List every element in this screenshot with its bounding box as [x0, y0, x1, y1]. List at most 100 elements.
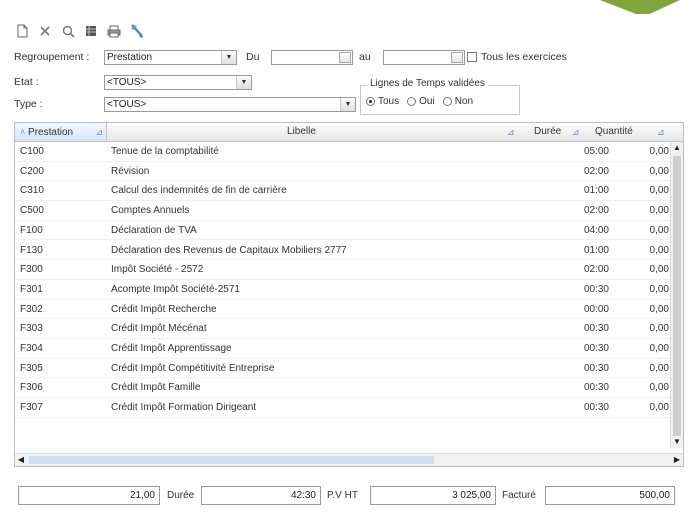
radio-tous[interactable]: Tous: [366, 96, 399, 107]
date-to-field[interactable]: [383, 50, 465, 65]
delete-icon[interactable]: [37, 23, 53, 39]
cell-duree: 00:00: [583, 303, 609, 315]
cell-quantite: 0,00: [649, 146, 669, 157]
scroll-up-icon[interactable]: ▲: [671, 142, 683, 154]
cell-quantite: 0,00: [649, 402, 669, 414]
cell-libelle: Déclaration de TVA: [111, 224, 197, 236]
chevron-down-icon[interactable]: ▼: [221, 51, 236, 64]
table-row[interactable]: F100 Déclaration de TVA 04:00 0,00: [15, 221, 670, 241]
filter-pin-icon[interactable]: ⊿: [657, 123, 665, 141]
cell-libelle: Impôt Société - 2572: [111, 264, 204, 276]
scroll-thumb[interactable]: [673, 156, 681, 436]
table-row[interactable]: C500 Comptes Annuels 02:00 0,00: [15, 201, 670, 221]
column-prestation-label: Prestation: [28, 127, 74, 138]
column-header-quantite[interactable]: Quantité: [595, 123, 633, 141]
search-icon[interactable]: [60, 23, 76, 39]
cell-duree: 00:30: [583, 323, 609, 335]
column-libelle-label: Libelle: [287, 126, 316, 137]
cell-quantite: 0,00: [649, 303, 669, 315]
vertical-scrollbar[interactable]: ▲ ▼: [670, 142, 683, 448]
table-row[interactable]: F304 Crédit Impôt Apprentissage 00:30 0,…: [15, 339, 670, 359]
column-header-libelle[interactable]: Libelle: [287, 123, 316, 141]
type-select[interactable]: <TOUS> ▼: [104, 97, 356, 112]
cell-duree: 00:30: [583, 402, 609, 414]
cell-libelle: Tenue de la comptabilité: [111, 146, 219, 157]
grid-icon[interactable]: [83, 23, 99, 39]
table-row[interactable]: F300 Impôt Société - 2572 02:00 0,00: [15, 260, 670, 280]
column-header-duree[interactable]: Durée: [534, 123, 561, 141]
column-quantite-label: Quantité: [595, 126, 633, 137]
scroll-down-icon[interactable]: ▼: [671, 436, 683, 448]
radio-tous-button[interactable]: [366, 97, 375, 106]
cell-quantite: 0,00: [649, 165, 669, 177]
regroupement-label: Regroupement :: [14, 51, 90, 63]
filter-pin-icon[interactable]: ⊿: [507, 123, 515, 141]
radio-oui-button[interactable]: [407, 97, 417, 106]
radio-oui[interactable]: Oui: [407, 96, 435, 107]
lignes-temps-group: Lignes de Temps validées Tous Oui Non: [360, 78, 520, 115]
new-icon[interactable]: [14, 23, 30, 39]
cell-duree: 04:00: [583, 224, 609, 236]
tous-exercices-option[interactable]: Tous les exercices: [467, 51, 567, 63]
column-duree-label: Durée: [534, 126, 562, 137]
calendar-icon[interactable]: [339, 52, 351, 63]
etat-select[interactable]: <TOUS> ▼: [104, 75, 252, 90]
table-row[interactable]: F301 Acompte Impôt Société-2571 00:30 0,…: [15, 280, 670, 300]
cell-duree: 00:30: [583, 343, 609, 354]
scroll-right-icon[interactable]: ▶: [671, 454, 683, 466]
cell-prestation: F304: [20, 343, 43, 354]
radio-tous-label: Tous: [378, 96, 400, 107]
sort-icon: ˄: [20, 127, 26, 137]
table-row[interactable]: C200 Révision 02:00 0,00: [15, 162, 670, 182]
radio-non[interactable]: Non: [442, 96, 474, 107]
table-row[interactable]: F303 Crédit Impôt Mécénat 00:30 0,00: [15, 319, 670, 339]
type-label: Type :: [14, 98, 43, 110]
column-header-prestation[interactable]: ˄ Prestation ⊿: [15, 123, 107, 141]
cell-libelle: Déclaration des Revenus de Capitaux Mobi…: [111, 244, 347, 256]
scroll-left-icon[interactable]: ◀: [15, 454, 27, 466]
cell-quantite: 0,00: [649, 244, 669, 256]
chevron-down-icon[interactable]: ▼: [236, 76, 251, 89]
cell-prestation: F301: [20, 283, 43, 295]
print-icon[interactable]: [106, 23, 122, 39]
filter-pin-icon[interactable]: ⊿: [95, 123, 103, 141]
calendar-icon[interactable]: [451, 52, 463, 63]
totals-bar: 21,00 Durée 42:30 P.V HT 3 025,00 Factur…: [0, 486, 699, 506]
cell-libelle: Crédit Impôt Recherche: [111, 303, 217, 315]
table-row[interactable]: C310 Calcul des indemnités de fin de car…: [15, 181, 670, 202]
horizontal-scrollbar[interactable]: ◀ ▶: [15, 453, 683, 466]
radio-oui-label: Oui: [419, 96, 435, 107]
table-row[interactable]: F306 Crédit Impôt Famille 00:30 0,00: [15, 378, 670, 399]
type-value: <TOUS>: [107, 99, 147, 110]
cell-libelle: Crédit Impôt Compétitivité Entreprise: [111, 362, 275, 374]
cell-prestation: F303: [20, 323, 43, 335]
decorative-arrow: [600, 0, 680, 14]
chevron-down-icon[interactable]: ▼: [340, 98, 355, 111]
table-row[interactable]: C100 Tenue de la comptabilité 05:00 0,00: [15, 142, 670, 162]
regroupement-select[interactable]: Prestation ▼: [104, 50, 237, 65]
scroll-thumb[interactable]: [29, 456, 434, 464]
radio-non-label: Non: [454, 96, 474, 107]
cell-libelle: Comptes Annuels: [111, 205, 190, 217]
tous-exercices-checkbox[interactable]: [467, 52, 477, 62]
filter-pin-icon[interactable]: ⊿: [572, 123, 580, 141]
cell-prestation: F305: [20, 362, 43, 374]
table-row[interactable]: F302 Crédit Impôt Recherche 00:00 0,00: [15, 300, 670, 320]
au-label: au: [359, 51, 371, 63]
cell-quantite: 0,00: [649, 185, 669, 197]
date-from-field[interactable]: [271, 50, 353, 65]
facture-total-field: 500,00: [545, 486, 675, 505]
cell-prestation: F100: [20, 224, 43, 236]
table-row[interactable]: F305 Crédit Impôt Compétitivité Entrepri…: [15, 359, 670, 379]
cell-prestation: C200: [20, 165, 44, 177]
cell-quantite: 0,00: [649, 382, 669, 394]
cell-libelle: Crédit Impôt Famille: [111, 382, 201, 394]
table-row[interactable]: F307 Crédit Impôt Formation Dirigeant 00…: [15, 398, 670, 418]
tools-icon[interactable]: [129, 23, 145, 39]
table-row[interactable]: F130 Déclaration des Revenus de Capitaux…: [15, 241, 670, 261]
total-quantity-field: 21,00: [18, 486, 160, 505]
cell-prestation: F306: [20, 382, 43, 394]
cell-quantite: 0,00: [649, 224, 669, 236]
cell-libelle: Crédit Impôt Apprentissage: [111, 343, 232, 354]
radio-non-button[interactable]: [442, 97, 452, 106]
